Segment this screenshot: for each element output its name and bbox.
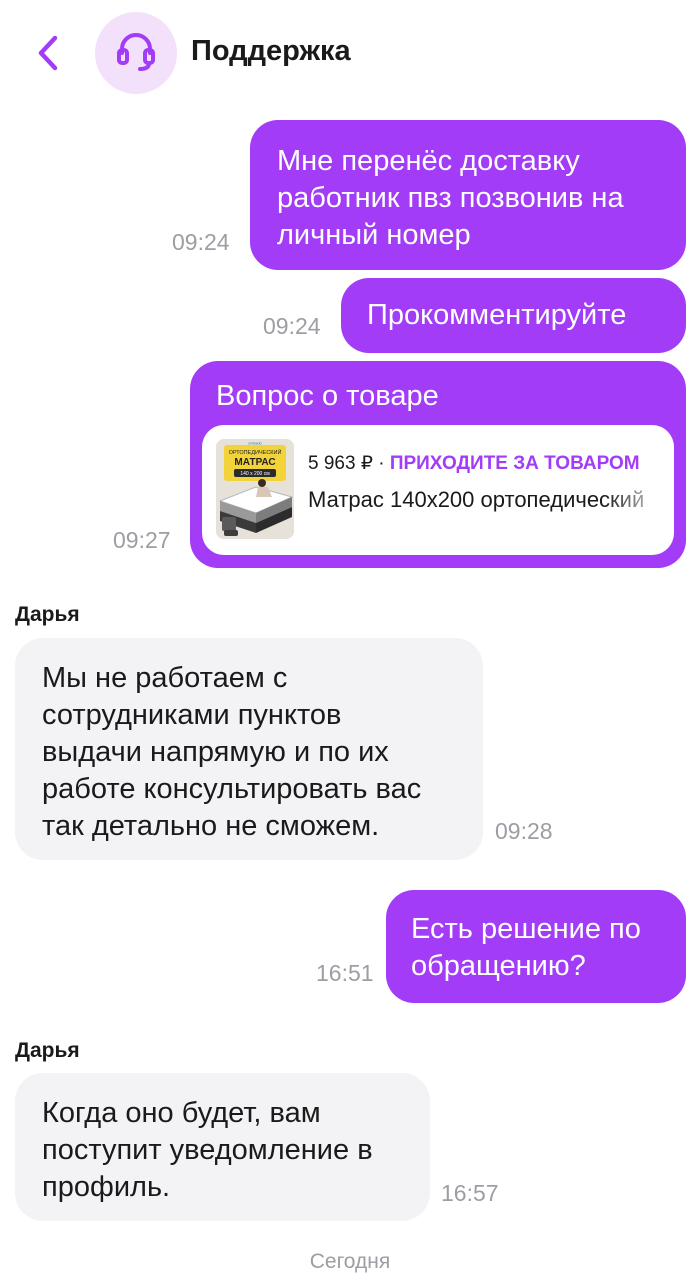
message-text-line: работе консультировать вас — [42, 773, 422, 805]
product-image-line2: МАТРАС — [234, 457, 275, 468]
headset-icon — [117, 33, 155, 71]
message-text-line: сотрудниками пунктов — [42, 699, 342, 731]
outgoing-message[interactable]: Есть решение по обращению? — [386, 890, 686, 1003]
order-status: ПРИХОДИТЕ ЗА ТОВАРОМ — [389, 453, 640, 474]
message-text-line: работник пвз позвонив на — [277, 182, 624, 214]
message-text-line: профиль. — [42, 1171, 171, 1203]
back-button[interactable] — [30, 30, 70, 76]
message-text-line: личный номер — [277, 219, 471, 251]
product-name: Матрас 140х200 ортопедический — [308, 487, 645, 512]
product-question-message[interactable]: Вопрос о товаре ormado ОРТОПЕДИЧЕСКИЙ МА… — [190, 361, 686, 568]
product-image-size: 140 x 200 см — [240, 471, 270, 477]
message-time: 09:28 — [495, 818, 553, 844]
message-text-line: Есть решение по — [411, 913, 641, 945]
message-text-line: так детально не сможем. — [42, 810, 380, 842]
message-text-line: обращению? — [411, 950, 586, 982]
message-time: 16:57 — [441, 1180, 499, 1206]
support-avatar[interactable] — [95, 12, 177, 94]
outgoing-message[interactable]: Прокомментируйте — [341, 278, 686, 353]
product-price-line: 5 963 ₽ · ПРИХОДИТЕ ЗА ТОВАРОМ — [308, 445, 640, 482]
product-card[interactable]: ormado ОРТОПЕДИЧЕСКИЙ МАТРАС 140 x 200 с… — [202, 425, 674, 555]
chat-title: Поддержка — [191, 35, 351, 67]
message-text-line: Мне перенёс доставку — [277, 145, 580, 177]
message-text: Прокомментируйте — [367, 299, 627, 331]
message-text-line: Мы не работаем с — [42, 662, 288, 694]
sender-name: Дарья — [15, 603, 80, 626]
incoming-message[interactable]: Мы не работаем с сотрудниками пунктов вы… — [15, 638, 483, 860]
product-image-brand: ormado — [248, 441, 262, 446]
message-time: 09:24 — [172, 229, 230, 255]
message-title: Вопрос о товаре — [216, 380, 439, 412]
message-time: 16:51 — [316, 960, 374, 986]
price-separator: · — [378, 453, 385, 474]
incoming-message[interactable]: Когда оно будет, вам поступит уведомлени… — [15, 1073, 430, 1221]
message-text-line: выдачи напрямую и по их — [42, 736, 389, 768]
message-time: 09:24 — [263, 313, 321, 339]
date-separator: Сегодня — [309, 1250, 391, 1273]
message-text-line: Когда оно будет, вам — [42, 1097, 321, 1129]
outgoing-message[interactable]: Мне перенёс доставку работник пвз позвон… — [250, 120, 686, 270]
product-image-line1: ОРТОПЕДИЧЕСКИЙ — [229, 448, 282, 456]
product-price: 5 963 ₽ — [308, 453, 373, 474]
chat-header: Поддержка — [0, 0, 700, 104]
sender-name: Дарья — [15, 1039, 80, 1062]
message-text-line: поступит уведомление в — [42, 1134, 373, 1166]
chat-screen: Поддержка 09:24 Мне перенёс доставку раб… — [0, 0, 700, 1278]
chevron-left-icon — [38, 35, 58, 71]
product-image[interactable]: ormado ОРТОПЕДИЧЕСКИЙ МАТРАС 140 x 200 с… — [216, 439, 294, 539]
message-time: 09:27 — [113, 527, 171, 553]
